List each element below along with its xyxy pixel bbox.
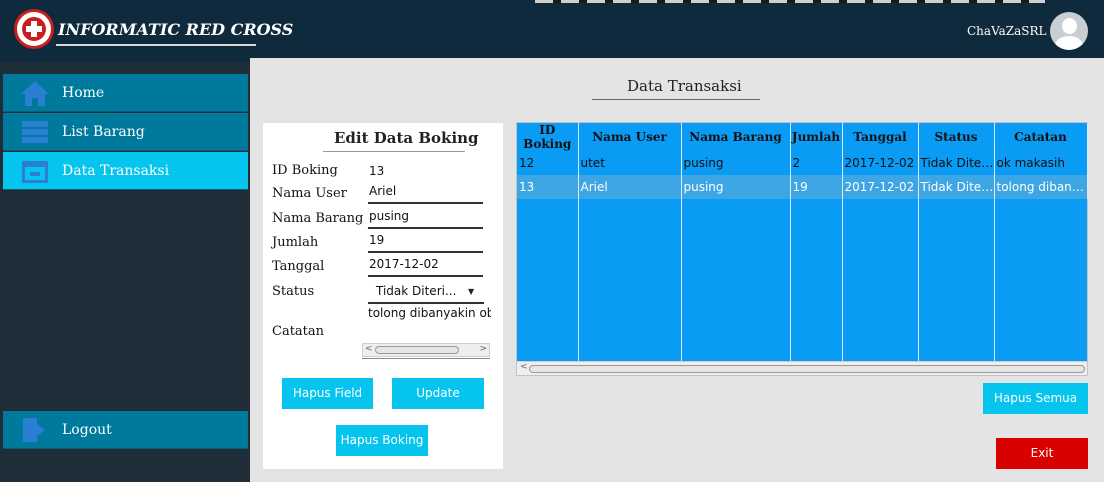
- folder-icon: [22, 161, 48, 183]
- table-cell: 2017-12-02: [842, 175, 919, 199]
- sidebar-item-label: List Barang: [62, 124, 145, 140]
- chevron-down-icon: ▼: [468, 287, 475, 296]
- update-button[interactable]: Update: [392, 378, 484, 409]
- table-cell: Tidak Diteri...: [918, 151, 995, 175]
- status-selected-value: Tidak Diteri...: [376, 284, 457, 298]
- main-content: Data Transaksi Edit Data Boking ID Bokin…: [250, 58, 1104, 482]
- table-cell: 12: [517, 151, 579, 175]
- user-avatar-icon[interactable]: [1050, 12, 1088, 50]
- sidebar-item-label: Logout: [62, 422, 112, 438]
- scrollbar-thumb[interactable]: [529, 365, 1085, 373]
- tanggal-underline: [368, 275, 483, 277]
- catatan-label: Catatan: [272, 324, 325, 339]
- red-cross-logo-icon: [14, 9, 54, 49]
- table-scrollbar[interactable]: <: [517, 361, 1087, 375]
- sidebar-item-data-transaksi[interactable]: Data Transaksi: [3, 152, 248, 190]
- sidebar-item-logout[interactable]: Logout: [3, 411, 248, 449]
- nama-user-field[interactable]: Ariel: [369, 184, 396, 198]
- nama-user-underline: [368, 202, 483, 204]
- table-row[interactable]: 13 Ariel pusing 19 2017-12-02 Tidak Dite…: [517, 175, 1088, 199]
- sidebar-item-label: Home: [62, 85, 105, 101]
- table-cell: pusing: [681, 151, 791, 175]
- table-cell: 13: [517, 175, 579, 199]
- table-cell: Tidak Diter...: [918, 175, 995, 199]
- nama-user-label: Nama User: [272, 186, 347, 201]
- brand-title: INFORMATIC RED CROSS: [58, 20, 294, 39]
- edit-title-underline: [323, 151, 465, 152]
- nama-barang-label: Nama Barang: [272, 211, 364, 226]
- id-boking-label: ID Boking: [272, 163, 338, 178]
- list-icon: [22, 121, 48, 143]
- id-boking-value: 13: [369, 164, 385, 178]
- tanggal-field[interactable]: 2017-12-02: [369, 257, 439, 271]
- col-header-nama-user[interactable]: Nama User: [578, 123, 682, 151]
- status-label: Status: [272, 284, 315, 299]
- table-cell: pusing: [681, 175, 791, 199]
- logout-icon: [23, 418, 45, 442]
- table-cell: utet: [578, 151, 682, 175]
- nama-barang-field[interactable]: pusing: [369, 209, 409, 223]
- sidebar: Home List Barang Data Transaksi Logout: [0, 62, 250, 482]
- table-cell: 19: [790, 175, 843, 199]
- scrollbar-thumb[interactable]: [375, 346, 459, 354]
- scroll-left-icon[interactable]: <: [520, 362, 528, 372]
- col-header-nama-barang[interactable]: Nama Barang: [681, 123, 791, 151]
- hapus-semua-button[interactable]: Hapus Semua: [983, 383, 1088, 414]
- col-header-id-boking[interactable]: ID Boking: [517, 123, 579, 151]
- page-title-underline: [592, 99, 760, 100]
- title-stripes: [535, 0, 1045, 3]
- scroll-left-icon[interactable]: <: [365, 344, 373, 354]
- exit-button[interactable]: Exit: [996, 438, 1088, 469]
- col-header-jumlah[interactable]: Jumlah: [790, 123, 843, 151]
- edit-panel-title: Edit Data Boking: [334, 129, 479, 147]
- header-bar: INFORMATIC RED CROSS ChaVaZaSRL: [0, 0, 1104, 62]
- sidebar-item-home[interactable]: Home: [3, 74, 248, 112]
- jumlah-field[interactable]: 19: [369, 233, 384, 247]
- col-header-tanggal[interactable]: Tanggal: [842, 123, 919, 151]
- nama-barang-underline: [368, 227, 483, 229]
- table-cell: 2017-12-02: [842, 151, 919, 175]
- jumlah-label: Jumlah: [272, 235, 319, 250]
- table-cell: 2: [790, 151, 843, 175]
- status-dropdown[interactable]: Tidak Diteri... ▼: [368, 279, 484, 305]
- edit-booking-panel: Edit Data Boking ID Boking 13 Nama User …: [263, 123, 503, 469]
- catatan-underline: [362, 358, 490, 359]
- table-header-row: ID Boking Nama User Nama Barang Jumlah T…: [517, 123, 1088, 151]
- brand-underline: [56, 44, 256, 46]
- table-cell: Ariel: [578, 175, 682, 199]
- col-header-catatan[interactable]: Catatan: [994, 123, 1088, 151]
- catatan-textarea[interactable]: tolong dibanyakin obat: [368, 306, 491, 326]
- table-cell: ok makasih: [994, 151, 1088, 175]
- transaksi-table[interactable]: ID Boking Nama User Nama Barang Jumlah T…: [516, 122, 1088, 376]
- tanggal-label: Tanggal: [272, 259, 325, 274]
- page-title: Data Transaksi: [627, 77, 742, 95]
- col-header-status[interactable]: Status: [918, 123, 995, 151]
- sidebar-item-list-barang[interactable]: List Barang: [3, 113, 248, 151]
- table-cell: tolong dibany...: [994, 175, 1088, 199]
- username-label: ChaVaZaSRL: [967, 24, 1047, 38]
- scroll-right-icon[interactable]: >: [479, 344, 487, 354]
- table-row[interactable]: 12 utet pusing 2 2017-12-02 Tidak Diteri…: [517, 151, 1088, 175]
- hapus-field-button[interactable]: Hapus Field: [282, 378, 373, 409]
- jumlah-underline: [368, 251, 483, 253]
- catatan-scrollbar[interactable]: < >: [362, 343, 490, 357]
- home-icon: [21, 81, 49, 106]
- hapus-boking-button[interactable]: Hapus Boking: [336, 425, 428, 456]
- sidebar-item-label: Data Transaksi: [62, 163, 170, 179]
